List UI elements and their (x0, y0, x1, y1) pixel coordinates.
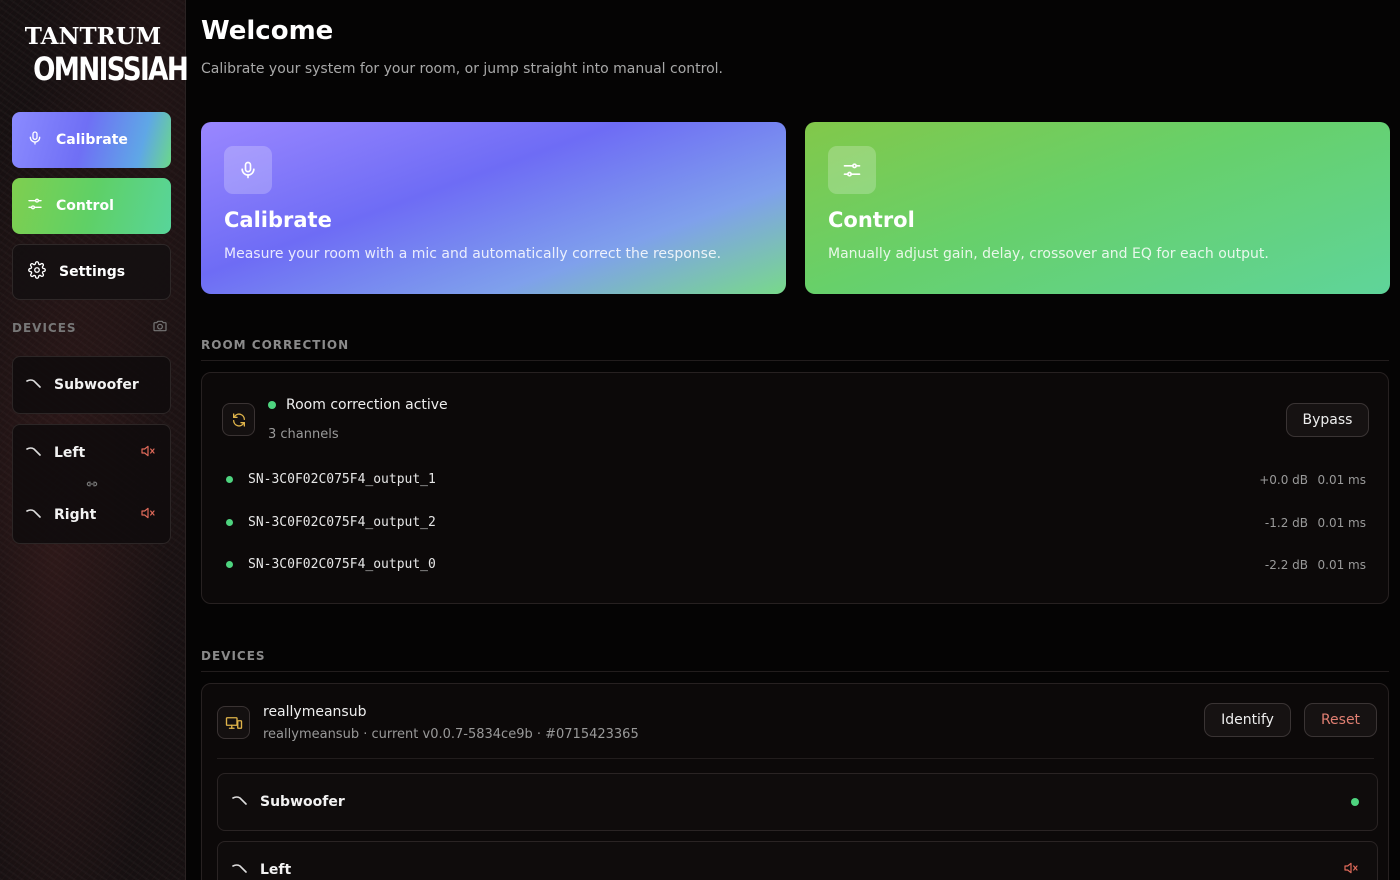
nav-control[interactable]: Control (12, 178, 171, 234)
section-divider (201, 360, 1389, 361)
logo-line-1: TANTRUM (24, 23, 162, 50)
calibrate-card-title: Calibrate (224, 208, 332, 232)
calibrate-card[interactable]: Calibrate Measure your room with a mic a… (201, 122, 786, 294)
channel-delay: 0.01 ms (1317, 557, 1366, 572)
sidebar-device-name: Right (54, 507, 97, 523)
online-status-dot (226, 476, 233, 483)
speaker-curve-icon (232, 794, 248, 810)
sidebar-device-name: Subwoofer (54, 377, 139, 393)
control-card-description: Manually adjust gain, delay, crossover a… (828, 246, 1269, 262)
nav-settings-label: Settings (59, 264, 126, 280)
device-name: reallymeansub (263, 704, 367, 720)
muted-speaker-icon[interactable] (140, 506, 156, 524)
device-meta: reallymeansub · current v0.0.7-5834ce9b … (263, 727, 639, 742)
muted-speaker-icon[interactable] (1343, 861, 1359, 879)
online-status-dot (268, 401, 276, 409)
room-correction-panel: Room correction active 3 channels Bypass… (201, 372, 1389, 604)
online-status-dot (226, 519, 233, 526)
identify-button[interactable]: Identify (1204, 703, 1291, 737)
channel-gain: -1.2 dB (1264, 515, 1308, 530)
online-status-dot (226, 561, 233, 568)
channel-name: SN-3C0F02C075F4_output_0 (248, 557, 436, 572)
nav-settings[interactable]: Settings (12, 244, 171, 300)
page-title: Welcome (201, 16, 334, 46)
speaker-curve-icon (26, 507, 42, 523)
sliders-icon (828, 146, 876, 194)
sidebar-device-group-left-right: Left Right (12, 424, 171, 544)
link-icon[interactable] (85, 476, 99, 495)
calibrate-card-description: Measure your room with a mic and automat… (224, 246, 722, 262)
sidebar-device-row[interactable]: Subwoofer (13, 357, 170, 413)
room-correction-channel-count: 3 channels (268, 427, 339, 442)
room-correction-section-label: ROOM CORRECTION (201, 338, 350, 352)
channel-row: SN-3C0F02C075F4_output_2 -1.2 dB 0.01 ms (226, 515, 1366, 530)
online-status-dot (1351, 798, 1359, 806)
control-card[interactable]: Control Manually adjust gain, delay, cro… (805, 122, 1390, 294)
output-name: Subwoofer (260, 794, 345, 810)
sidebar-device-left[interactable]: Left (13, 425, 170, 481)
logo-line-2: OMNISSIAH (33, 50, 189, 88)
muted-speaker-icon[interactable] (140, 444, 156, 462)
channel-gain: +0.0 dB (1259, 472, 1308, 487)
speaker-curve-icon (26, 445, 42, 461)
room-correction-status: Room correction active (268, 397, 448, 413)
channel-name: SN-3C0F02C075F4_output_2 (248, 515, 436, 530)
channel-row: SN-3C0F02C075F4_output_1 +0.0 dB 0.01 ms (226, 472, 1366, 487)
output-card-subwoofer[interactable]: Subwoofer (217, 773, 1378, 831)
reset-button[interactable]: Reset (1304, 703, 1377, 737)
control-card-title: Control (828, 208, 915, 232)
sidebar-devices-label: DEVICES (12, 321, 77, 335)
sidebar-device-name: Left (54, 445, 86, 461)
link-divider (13, 481, 170, 487)
channel-delay: 0.01 ms (1317, 515, 1366, 530)
device-panel: reallymeansub reallymeansub · current v0… (201, 683, 1389, 880)
speaker-curve-icon (232, 862, 248, 878)
channel-gain: -2.2 dB (1264, 557, 1308, 572)
nav-control-label: Control (56, 198, 114, 214)
output-card-left[interactable]: Left (217, 841, 1378, 880)
page-subtitle: Calibrate your system for your room, or … (201, 61, 723, 77)
app-logo: TANTRUM OMNISSIAH (20, 23, 189, 89)
gear-icon (28, 261, 46, 283)
room-correction-status-text: Room correction active (286, 397, 448, 413)
nav-calibrate[interactable]: Calibrate (12, 112, 171, 168)
speaker-curve-icon (26, 377, 42, 393)
output-name: Left (260, 862, 292, 878)
channel-name: SN-3C0F02C075F4_output_1 (248, 472, 436, 487)
sidebar-device-subwoofer[interactable]: Subwoofer (12, 356, 171, 414)
section-divider (201, 671, 1389, 672)
nav-calibrate-label: Calibrate (56, 132, 128, 148)
device-divider (217, 758, 1374, 759)
sidebar-device-right[interactable]: Right (13, 487, 170, 543)
channel-row: SN-3C0F02C075F4_output_0 -2.2 dB 0.01 ms (226, 557, 1366, 572)
camera-icon[interactable] (152, 318, 168, 338)
devices-section-label: DEVICES (201, 649, 266, 663)
device-icon (217, 706, 250, 739)
microphone-icon (224, 146, 272, 194)
sliders-icon (27, 196, 43, 216)
sidebar-devices-header: DEVICES (12, 318, 168, 338)
bypass-button[interactable]: Bypass (1286, 403, 1369, 437)
microphone-icon (27, 130, 43, 150)
refresh-icon (222, 403, 255, 436)
channel-delay: 0.01 ms (1317, 472, 1366, 487)
sidebar: TANTRUM OMNISSIAH Calibrate Control Sett… (0, 0, 189, 880)
